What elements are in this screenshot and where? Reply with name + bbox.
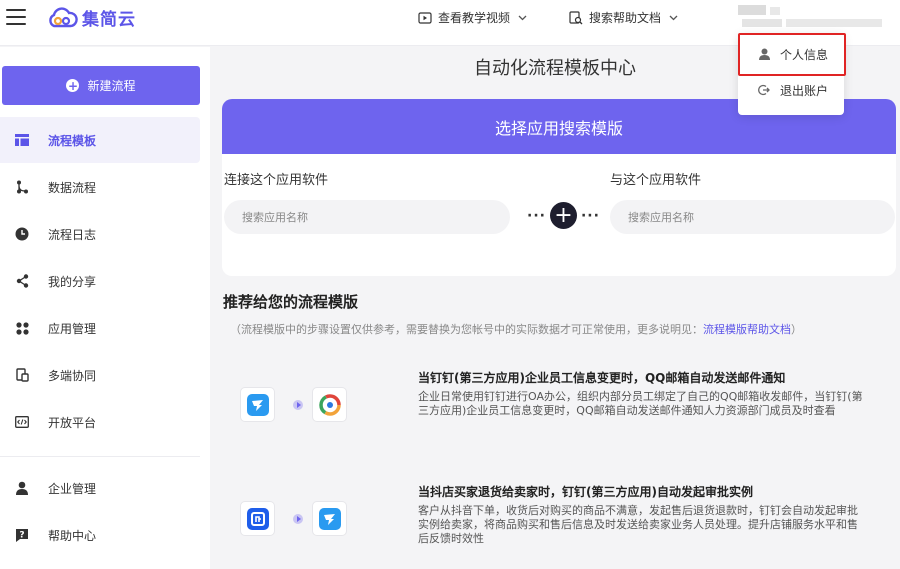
recommend-note-end: ） — [791, 323, 802, 336]
logo-text: 集简云 — [82, 10, 136, 30]
template-title: 当抖店买家退货给卖家时，钉钉(第三方应用)自动发起审批实例 — [418, 485, 753, 499]
target-app-label: 与这个应用软件 — [610, 173, 702, 188]
sidebar-item-label: 应用管理 — [48, 321, 97, 336]
sidebar-item-label: 多端协同 — [48, 368, 97, 383]
recommend-note: （流程模版中的步骤设置仅供参考，需要替换为您帐号中的实际数据才可正常使用，更多说… — [230, 321, 802, 337]
source-app-search-input[interactable]: 搜索应用名称 — [224, 200, 510, 234]
chevron-down-icon — [518, 15, 527, 20]
menu-item-logout[interactable]: 退出账户 — [738, 73, 844, 107]
nav-help-docs[interactable]: 搜索帮助文档 — [569, 9, 678, 26]
logout-icon — [758, 84, 770, 96]
template-apps — [240, 501, 347, 536]
source-app-label: 连接这个应用软件 — [224, 173, 329, 188]
new-flow-label: 新建流程 — [87, 79, 136, 93]
sidebar: + 新建流程 流程模板 数据流程 流程日志 我的分享 应用管理 多端协同 开放平… — [0, 47, 210, 569]
dots-icon: ··· — [527, 207, 546, 224]
arrow-icon — [293, 513, 303, 524]
logo[interactable]: 集简云 — [46, 5, 136, 30]
template-card[interactable]: 当钉钉(第三方应用)企业员工信息变更时，QQ邮箱自动发送邮件通知 企业日常使用钉… — [222, 349, 896, 454]
sidebar-item-label: 流程日志 — [48, 227, 97, 242]
sidebar-item-open-platform[interactable]: 开放平台 — [0, 399, 200, 445]
code-icon — [14, 414, 30, 430]
flow-icon — [14, 179, 30, 195]
template-description: 企业日常使用钉钉进行OA办公，组织内部分员工绑定了自己的QQ邮箱收发邮件，当钉钉… — [418, 390, 863, 417]
sidebar-item-my-share[interactable]: 我的分享 — [0, 258, 200, 304]
sidebar-item-help-center[interactable]: ? 帮助中心 — [0, 512, 200, 558]
sidebar-item-label: 帮助中心 — [48, 528, 97, 543]
plus-icon: + — [66, 78, 80, 93]
doc-search-icon — [569, 10, 583, 24]
target-app-search-input[interactable]: 搜索应用名称 — [610, 200, 895, 234]
sidebar-item-app-management[interactable]: 应用管理 — [0, 305, 200, 351]
sidebar-item-label: 数据流程 — [48, 180, 97, 195]
cloud-logo-icon — [49, 6, 78, 27]
video-icon — [418, 11, 432, 24]
recommend-title: 推荐给您的流程模版 — [223, 293, 359, 311]
user-icon — [14, 480, 30, 496]
sidebar-item-label: 我的分享 — [48, 274, 97, 289]
apps-icon — [14, 320, 30, 336]
dingtalk-icon — [240, 387, 275, 422]
sidebar-divider — [0, 456, 200, 457]
connector: ··· + ··· — [527, 202, 600, 229]
sidebar-item-enterprise[interactable]: 企业管理 — [0, 465, 200, 511]
recommend-note-text: （流程模版中的步骤设置仅供参考，需要替换为您帐号中的实际数据才可正常使用，更多说… — [230, 323, 703, 336]
chevron-down-icon — [669, 15, 678, 20]
page-title: 自动化流程模板中心 — [474, 58, 636, 79]
plus-circle-icon: + — [549, 202, 577, 229]
qqmail-icon — [312, 387, 347, 422]
sidebar-item-multi-device[interactable]: 多端协同 — [0, 352, 200, 398]
svg-text:?: ? — [19, 531, 24, 541]
sidebar-item-label: 流程模板 — [48, 133, 97, 148]
template-apps — [240, 387, 347, 422]
help-doc-link[interactable]: 流程模版帮助文档 — [703, 323, 791, 336]
nav-label: 查看教学视频 — [438, 11, 511, 25]
dots-icon: ··· — [580, 207, 600, 224]
template-title: 当钉钉(第三方应用)企业员工信息变更时，QQ邮箱自动发送邮件通知 — [418, 371, 786, 385]
sidebar-item-templates[interactable]: 流程模板 — [0, 117, 200, 163]
clock-icon — [14, 226, 30, 242]
sidebar-item-label: 企业管理 — [48, 481, 97, 496]
sidebar-item-flow-log[interactable]: 流程日志 — [0, 211, 200, 257]
menu-icon[interactable] — [6, 9, 26, 25]
nav-teaching-video[interactable]: 查看教学视频 — [418, 9, 527, 26]
doudian-icon — [240, 501, 275, 536]
sidebar-item-data-flow[interactable]: 数据流程 — [0, 164, 200, 210]
new-flow-button[interactable]: + 新建流程 — [2, 66, 200, 105]
menu-item-label: 退出账户 — [780, 83, 829, 98]
sidebar-item-label: 开放平台 — [48, 415, 97, 430]
help-icon: ? — [14, 527, 30, 543]
user-account-blurred[interactable] — [738, 3, 888, 29]
share-icon — [14, 273, 30, 289]
template-card[interactable]: 当抖店买家退货给卖家时，钉钉(第三方应用)自动发起审批实例 客户从抖音下单，收货… — [222, 463, 896, 568]
template-description: 客户从抖音下单，收货后对购买的商品不满意，发起售后退货退款时，钉钉会自动发起审批… — [418, 504, 858, 545]
app-search-card: 选择应用搜索模版 连接这个应用软件 与这个应用软件 搜索应用名称 ··· + ·… — [222, 99, 896, 276]
dingtalk-icon — [312, 501, 347, 536]
arrow-icon — [293, 399, 303, 410]
template-icon — [14, 132, 30, 148]
nav-label: 搜索帮助文档 — [589, 11, 662, 25]
devices-icon — [14, 367, 30, 383]
highlight-box — [738, 33, 846, 76]
